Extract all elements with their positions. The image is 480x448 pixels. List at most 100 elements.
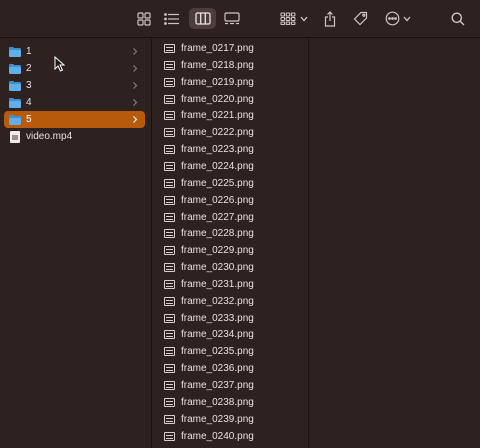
- image-file-icon: [164, 161, 175, 171]
- file-label: frame_0229.png: [181, 245, 254, 257]
- image-file-icon: [164, 246, 175, 256]
- file-item[interactable]: frame_0217.png: [164, 40, 304, 57]
- file-label: frame_0226.png: [181, 194, 254, 206]
- file-item[interactable]: frame_0221.png: [164, 107, 304, 124]
- chevron-right-icon: [133, 99, 138, 106]
- list-view-icon: [164, 12, 179, 25]
- chevron-down-icon: [300, 16, 308, 21]
- file-item[interactable]: frame_0233.png: [164, 310, 304, 327]
- file-item[interactable]: frame_0240.png: [164, 428, 304, 445]
- chevron-right-icon: [133, 48, 138, 55]
- file-item[interactable]: frame_0238.png: [164, 394, 304, 411]
- file-label: frame_0238.png: [181, 396, 254, 408]
- folder-item-3[interactable]: 3: [4, 77, 145, 94]
- image-file-icon: [164, 77, 175, 87]
- group-button[interactable]: [279, 8, 309, 29]
- image-file-icon: [164, 111, 175, 121]
- file-item[interactable]: frame_0218.png: [164, 57, 304, 74]
- chevron-right-icon: [133, 82, 138, 89]
- file-label: frame_0218.png: [181, 59, 254, 71]
- file-label: frame_0234.png: [181, 329, 254, 341]
- image-file-icon: [164, 195, 175, 205]
- list-view-button[interactable]: [161, 8, 183, 29]
- folder-item-5[interactable]: 5: [4, 111, 145, 128]
- file-item[interactable]: frame_0231.png: [164, 276, 304, 293]
- file-item[interactable]: frame_0227.png: [164, 209, 304, 226]
- file-label: frame_0217.png: [181, 43, 254, 54]
- file-item[interactable]: frame_0235.png: [164, 343, 304, 360]
- file-label: frame_0224.png: [181, 160, 254, 172]
- image-file-icon: [164, 347, 175, 357]
- file-label: frame_0231.png: [181, 278, 254, 290]
- image-file-icon: [164, 212, 175, 222]
- image-file-icon: [164, 60, 175, 70]
- file-item[interactable]: frame_0229.png: [164, 242, 304, 259]
- file-label: frame_0239.png: [181, 413, 254, 425]
- file-item[interactable]: frame_0220.png: [164, 91, 304, 108]
- file-item[interactable]: frame_0232.png: [164, 293, 304, 310]
- file-label: frame_0233.png: [181, 312, 254, 324]
- file-item[interactable]: frame_0226.png: [164, 192, 304, 209]
- tag-button[interactable]: [350, 8, 370, 29]
- finder-window: 1 2 3 4 5 video.mp4 frame_0217.png frame…: [0, 0, 480, 448]
- file-item[interactable]: frame_0222.png: [164, 124, 304, 141]
- file-label: frame_0232.png: [181, 295, 254, 307]
- chevron-right-icon: [133, 116, 138, 123]
- search-button[interactable]: [448, 8, 468, 29]
- share-icon: [324, 10, 336, 27]
- search-icon: [451, 12, 465, 25]
- file-label: frame_0228.png: [181, 228, 254, 240]
- file-label: frame_0240.png: [181, 430, 254, 442]
- image-file-icon: [164, 94, 175, 104]
- file-label: frame_0219.png: [181, 76, 254, 88]
- file-item[interactable]: frame_0230.png: [164, 259, 304, 276]
- file-item-video[interactable]: video.mp4: [4, 128, 145, 145]
- share-button[interactable]: [320, 8, 340, 29]
- file-label: frame_0230.png: [181, 262, 254, 274]
- gallery-view-button[interactable]: [221, 8, 243, 29]
- video-file-icon: [10, 130, 20, 143]
- file-item[interactable]: frame_0224.png: [164, 158, 304, 175]
- image-file-icon: [164, 128, 175, 138]
- chevron-right-icon: [133, 65, 138, 72]
- column-files: frame_0217.png frame_0218.png frame_0219.p…: [152, 39, 309, 448]
- folder-label: 5: [26, 114, 32, 125]
- folder-item-2[interactable]: 2: [4, 60, 145, 77]
- image-file-icon: [164, 397, 175, 407]
- toolbar: [0, 0, 480, 38]
- more-actions-button[interactable]: [383, 8, 413, 29]
- image-file-icon: [164, 145, 175, 155]
- file-item[interactable]: frame_0234.png: [164, 326, 304, 343]
- column-view-icon: [194, 12, 211, 25]
- image-file-icon: [164, 296, 175, 306]
- file-label: frame_0237.png: [181, 380, 254, 391]
- file-item[interactable]: frame_0223.png: [164, 141, 304, 158]
- icon-view-button[interactable]: [134, 8, 154, 29]
- image-file-icon: [164, 279, 175, 289]
- image-file-icon: [164, 330, 175, 340]
- image-file-icon: [164, 381, 175, 390]
- folder-icon: [9, 63, 21, 74]
- file-label: video.mp4: [26, 131, 73, 142]
- file-item[interactable]: frame_0237.png: [164, 377, 304, 394]
- file-item[interactable]: frame_0239.png: [164, 411, 304, 428]
- folder-item-1[interactable]: 1: [4, 43, 145, 60]
- file-item[interactable]: frame_0236.png: [164, 360, 304, 377]
- image-file-icon: [164, 364, 175, 374]
- column-view-button[interactable]: [189, 8, 216, 29]
- file-label: frame_0223.png: [181, 144, 254, 156]
- file-label: frame_0227.png: [181, 211, 254, 223]
- file-label: frame_0222.png: [181, 127, 254, 139]
- file-item[interactable]: frame_0225.png: [164, 175, 304, 192]
- file-item[interactable]: frame_0219.png: [164, 74, 304, 91]
- icon-view-grid-icon: [137, 11, 151, 26]
- group-icon: [280, 12, 296, 25]
- tag-icon: [353, 11, 367, 26]
- folder-item-4[interactable]: 4: [4, 94, 145, 111]
- file-label: frame_0225.png: [181, 177, 254, 189]
- folder-icon: [9, 114, 21, 125]
- image-file-icon: [164, 229, 175, 239]
- file-item[interactable]: frame_0228.png: [164, 225, 304, 242]
- file-label: frame_0236.png: [181, 363, 254, 375]
- folder-label: 4: [26, 97, 32, 108]
